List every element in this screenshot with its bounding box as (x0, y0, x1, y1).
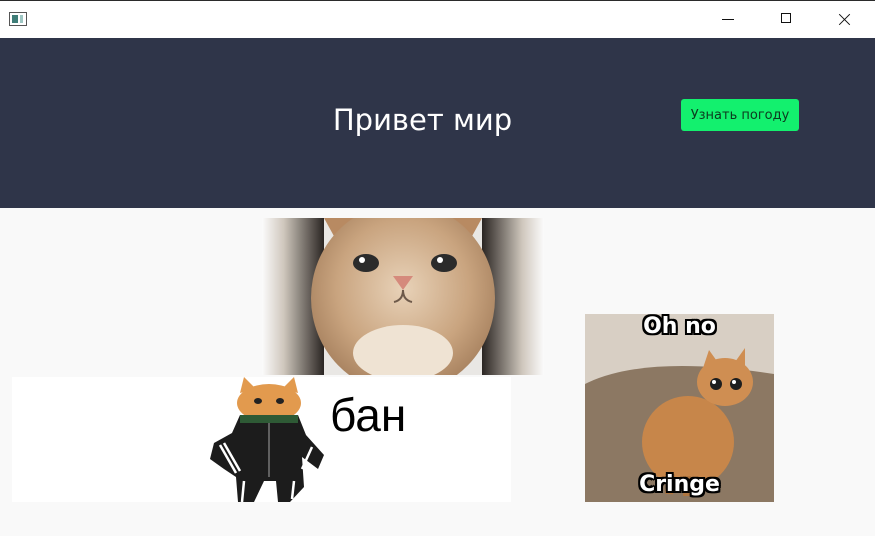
meme-bottom-caption: Cringe (639, 472, 720, 497)
oh-no-cringe-cat-meme: Oh no Cringe (585, 314, 774, 502)
window-title-bar (0, 0, 875, 38)
close-icon[interactable] (815, 1, 873, 38)
cat-face-picture (262, 218, 544, 375)
minimize-icon[interactable] (699, 1, 757, 38)
page-title: Привет мир (332, 103, 513, 137)
cat-tracksuit-picture (210, 377, 324, 502)
cat-tracksuit-ban-meme: бан (12, 377, 511, 502)
ban-meme-text: бан (330, 389, 407, 441)
header-banner: Привет мир Узнать погоду (0, 38, 875, 208)
weather-button[interactable]: Узнать погоду (681, 99, 799, 131)
meme-top-caption: Oh no (643, 314, 716, 339)
cat-face-closeup-image (262, 218, 544, 375)
app-window-icon (9, 12, 27, 26)
maximize-icon[interactable] (757, 1, 815, 38)
